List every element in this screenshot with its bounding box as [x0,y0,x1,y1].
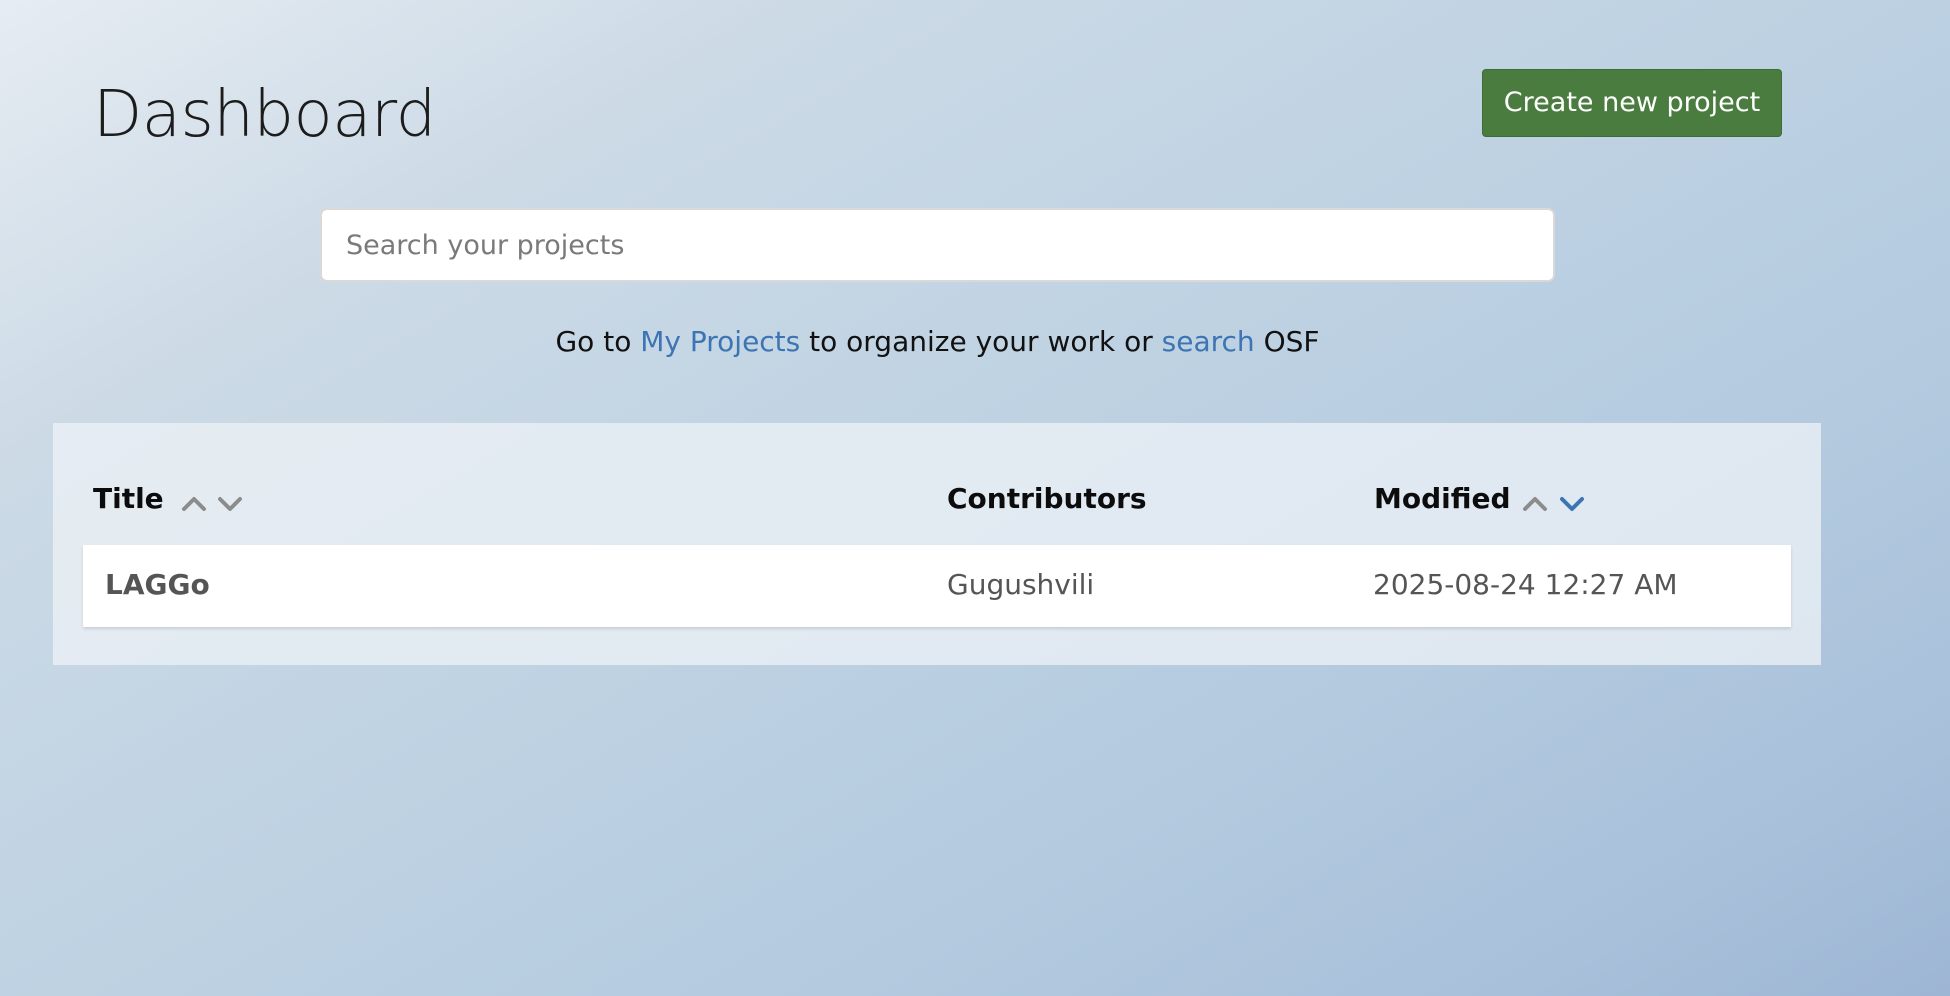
search-osf-link[interactable]: search [1162,325,1255,358]
chevron-down-icon[interactable] [1557,491,1587,515]
column-header-contributors: Contributors [947,482,1147,515]
chevron-up-icon[interactable] [1520,491,1550,515]
chevron-up-icon[interactable] [179,491,209,515]
chevron-down-icon[interactable] [215,491,245,515]
dashboard-page: Dashboard Create new project Go to My Pr… [0,0,1950,996]
create-new-project-button[interactable]: Create new project [1482,69,1782,137]
project-title[interactable]: LAGGo [105,565,210,605]
projects-table: Title Contributors Modified LAGGo Gugush… [53,423,1821,665]
project-contributors: Gugushvili [947,568,1095,601]
page-title: Dashboard [93,78,436,152]
goto-prefix: Go to [555,325,641,358]
goto-middle: to organize your work or [800,325,1162,358]
search-projects-input[interactable] [320,208,1555,282]
goto-help-text: Go to My Projects to organize your work … [0,322,1875,362]
my-projects-link[interactable]: My Projects [640,325,800,358]
project-modified-date: 2025-08-24 12:27 AM [1373,568,1678,601]
table-row[interactable]: LAGGo Gugushvili 2025-08-24 12:27 AM [83,545,1791,627]
column-header-title: Title [93,482,164,515]
search-container [320,208,1555,282]
column-header-modified: Modified [1374,482,1511,515]
goto-suffix: OSF [1254,325,1320,358]
